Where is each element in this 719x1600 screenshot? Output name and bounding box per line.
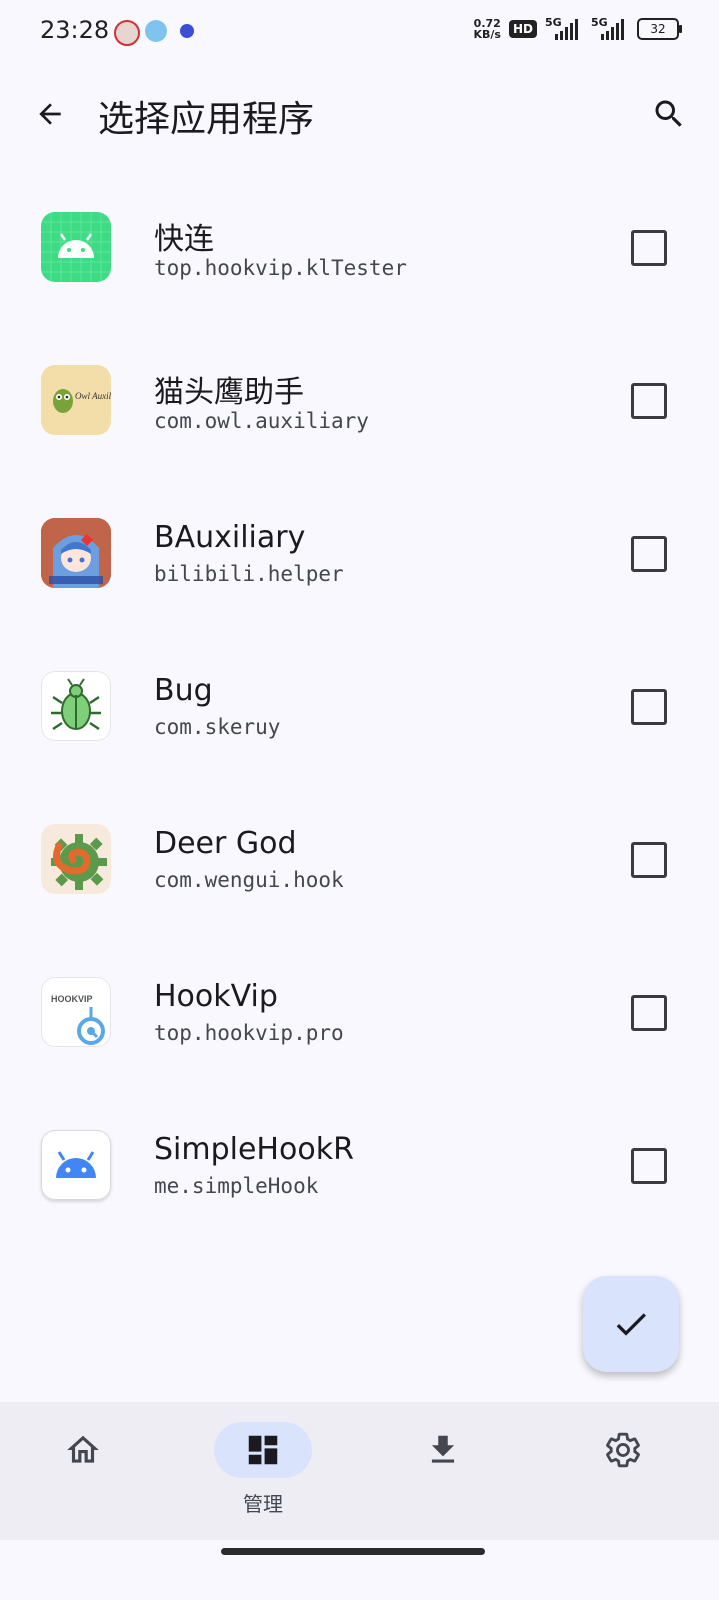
notification-dot-icon (180, 24, 194, 38)
svg-text:Owl Auxiliary: Owl Auxiliary (75, 391, 111, 401)
app-package: com.owl.auxiliary (154, 409, 369, 433)
select-checkbox[interactable] (631, 689, 667, 725)
select-checkbox[interactable] (631, 995, 667, 1031)
download-icon (431, 1435, 455, 1463)
settings-icon (606, 1432, 640, 1468)
gear-hook-app-icon (41, 824, 111, 894)
top-app-bar: 选择应用程序 (0, 62, 719, 166)
list-item[interactable]: SimpleHookR me.simpleHook (0, 1088, 719, 1241)
app-name: 快连 (154, 222, 214, 257)
nav-item-download[interactable] (360, 1402, 540, 1540)
list-item[interactable]: BAuxiliary bilibili.helper (0, 476, 719, 629)
list-item[interactable]: Owl Auxiliary 猫头鹰助手 com.owl.auxiliary (0, 323, 719, 476)
app-name: SimpleHookR (154, 1132, 354, 1167)
list-item[interactable]: HOOKVIP HookVip top.hookvip.pro (0, 935, 719, 1088)
dashboard-icon (248, 1435, 278, 1465)
nav-label-manage: 管理 (243, 1492, 283, 1516)
home-indicator[interactable] (221, 1548, 485, 1555)
status-bar: 23:28 0.72 KB/s HD 5G 5G 32 (0, 0, 719, 62)
back-button[interactable] (28, 92, 72, 136)
notification-cloud-icon (145, 20, 167, 42)
app-name: 猫头鹰助手 (154, 375, 304, 410)
check-icon (616, 1313, 646, 1336)
app-package: com.wengui.hook (154, 868, 344, 892)
app-package: top.hookvip.pro (154, 1021, 344, 1045)
bottom-navigation: 管理 (0, 1402, 719, 1540)
status-indicators: 0.72 KB/s HD 5G 5G 32 (473, 16, 682, 41)
android-app-icon (41, 212, 111, 282)
owl-app-icon: Owl Auxiliary (41, 365, 111, 435)
app-name: Deer God (154, 826, 297, 861)
list-item[interactable]: Bug com.skeruy (0, 629, 719, 782)
anime-character-app-icon (41, 518, 111, 588)
list-item[interactable]: Deer God com.wengui.hook (0, 782, 719, 935)
app-name: Bug (154, 673, 213, 708)
select-checkbox[interactable] (631, 383, 667, 419)
app-package: me.simpleHook (154, 1174, 319, 1198)
app-package: top.hookvip.klTester (154, 256, 407, 280)
app-name: BAuxiliary (154, 520, 306, 555)
android-blue-app-icon (41, 1130, 111, 1200)
list-item[interactable]: 快连 top.hookvip.klTester (0, 170, 719, 323)
search-button[interactable] (647, 92, 691, 136)
notification-avatar-icon (114, 20, 140, 46)
app-package: bilibili.helper (154, 562, 344, 586)
search-icon (655, 100, 682, 127)
bug-app-icon (41, 671, 111, 741)
app-list: 快连 top.hookvip.klTester Owl Auxiliary 猫头… (0, 170, 719, 1241)
nav-item-home[interactable] (0, 1402, 180, 1540)
signal-sim2-icon: 5G (591, 16, 629, 40)
nav-item-manage[interactable]: 管理 (180, 1402, 360, 1540)
hd-badge: HD (508, 20, 537, 38)
app-package: com.skeruy (154, 715, 281, 739)
confirm-fab-button[interactable] (583, 1276, 679, 1372)
app-name: HookVip (154, 979, 278, 1014)
network-speed: 0.72 KB/s (473, 17, 501, 41)
status-time: 23:28 (40, 16, 110, 44)
signal-sim1-icon: 5G (545, 16, 583, 40)
page-title: 选择应用程序 (98, 99, 315, 140)
arrow-back-icon (39, 103, 61, 125)
select-checkbox[interactable] (631, 536, 667, 572)
battery-icon: 32 (637, 18, 682, 40)
home-icon (67, 1435, 99, 1463)
hookvip-app-icon: HOOKVIP (41, 977, 111, 1047)
battery-level: 32 (650, 22, 666, 36)
svg-text:HOOKVIP: HOOKVIP (51, 994, 93, 1004)
select-checkbox[interactable] (631, 230, 667, 266)
select-checkbox[interactable] (631, 842, 667, 878)
nav-item-settings[interactable] (540, 1402, 719, 1540)
select-checkbox[interactable] (631, 1148, 667, 1184)
